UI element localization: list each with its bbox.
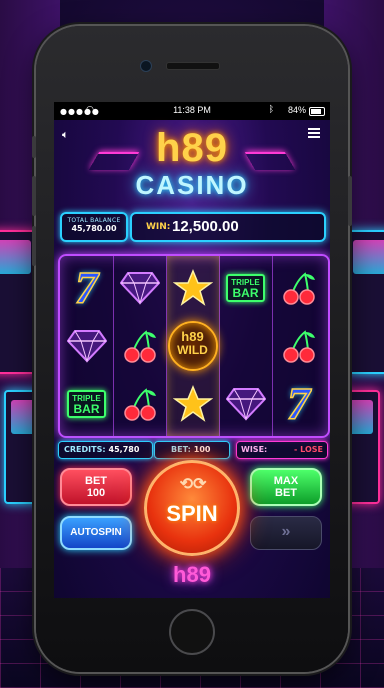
volume-down-button: [32, 226, 36, 266]
front-camera: [140, 60, 152, 72]
bet-button-value: 100: [86, 487, 106, 499]
slot-reels: 7 TRIPLE BAR h89 WILD TRIPLE BAR 7: [58, 254, 330, 438]
spin-button[interactable]: ⟲⟳ SPIN: [144, 460, 240, 556]
bet-value: 100: [193, 445, 211, 454]
diamond-icon: [219, 376, 272, 432]
seven-symbol-text: 7: [286, 378, 311, 429]
status-bar: ●●●●● ◠ 11:38 PM ᛒ 84%: [54, 102, 330, 120]
seven-symbol: 7: [60, 260, 113, 316]
seven-symbol-text: 7: [74, 262, 99, 313]
star-icon: [166, 376, 219, 432]
credits-label: CREDITS:: [64, 445, 106, 454]
bet-display: BET: 100: [154, 441, 230, 459]
fast-forward-button[interactable]: »: [250, 516, 322, 550]
total-balance-panel: TOTAL BALANCE 45,780.00: [60, 212, 128, 242]
credits-display: CREDITS: 45,780: [58, 441, 153, 459]
total-balance-value: 45,780.00: [71, 224, 117, 233]
footer-logo: h89: [173, 562, 211, 587]
phone-device: ●●●●● ◠ 11:38 PM ᛒ 84% 🔈︎ h89 CASINO TOT…: [32, 26, 352, 672]
diamond-icon: [113, 260, 166, 316]
max-bet-label-bottom: BET: [275, 487, 297, 499]
triple-bar-symbol: TRIPLE BAR: [60, 376, 113, 432]
bet-label: BET:: [171, 445, 191, 454]
win-label: WIN:: [146, 222, 171, 232]
home-button[interactable]: [169, 609, 215, 655]
autospin-button[interactable]: AUTOSPIN: [60, 516, 132, 550]
volume-up-button: [32, 176, 36, 216]
credits-value: 45,780: [108, 445, 140, 454]
wise-value: - LOSE: [294, 445, 323, 454]
game-screen: ●●●●● ◠ 11:38 PM ᛒ 84% 🔈︎ h89 CASINO TOT…: [54, 102, 330, 598]
wise-display: WISE: - LOSE: [236, 441, 328, 459]
seven-symbol: 7: [272, 376, 325, 432]
max-bet-label-top: MAX: [273, 475, 299, 487]
battery-icon: [309, 107, 325, 116]
wild-badge: h89 WILD: [167, 321, 218, 371]
mute-switch: [32, 136, 36, 158]
battery-percent: 84%: [287, 105, 306, 115]
bet-button-label: BET: [85, 475, 107, 487]
spin-arrows-icon: ⟲⟳: [179, 476, 207, 493]
cherry-icon: [113, 318, 166, 374]
wild-symbol: h89 WILD: [166, 318, 219, 374]
cherry-icon: [272, 260, 325, 316]
triple-bar-label: TRIPLE BAR: [226, 274, 265, 302]
arcade-machine: [346, 230, 384, 374]
bluetooth-icon: ᛒ: [268, 105, 274, 115]
cherry-icon: [113, 376, 166, 432]
triple-bar-label: TRIPLE BAR: [67, 390, 106, 418]
wise-label: WISE:: [241, 445, 268, 454]
logo-subtitle: CASINO: [135, 170, 249, 200]
win-value: 12,500.00: [172, 218, 239, 235]
win-panel: WIN: 12,500.00: [130, 212, 326, 242]
cherry-icon: [272, 318, 325, 374]
star-icon: [166, 260, 219, 316]
logo-brand: h89: [156, 126, 228, 170]
power-button: [348, 176, 352, 226]
spin-label: SPIN: [166, 501, 218, 526]
triple-bar-symbol: TRIPLE BAR: [219, 260, 272, 316]
earpiece-speaker: [166, 62, 220, 70]
diamond-icon: [60, 318, 113, 374]
bet-button[interactable]: BET 100: [60, 468, 132, 506]
max-bet-button[interactable]: MAX BET: [250, 468, 322, 506]
total-balance-label: TOTAL BALANCE: [67, 217, 121, 224]
